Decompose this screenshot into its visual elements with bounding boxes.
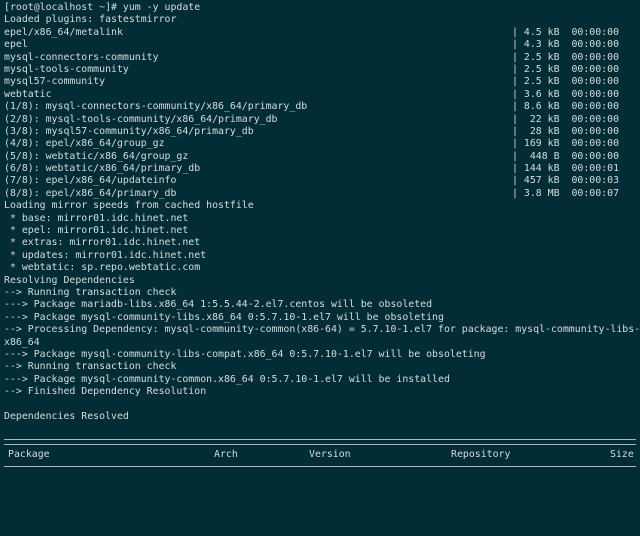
repo-name: mysql-connectors-community xyxy=(4,51,159,63)
repo-meta: | 457 kB 00:00:03 xyxy=(512,175,620,187)
dependency-line: x86_64 xyxy=(4,336,40,348)
header-package: Package xyxy=(8,448,50,460)
repo-name: (1/8): mysql-connectors-community/x86_64… xyxy=(4,101,308,113)
mirror-line: Loading mirror speeds from cached hostfi… xyxy=(4,200,254,212)
repo-name: (6/8): webtatic/x86_64/primary_db xyxy=(4,163,201,175)
repo-meta: | 144 kB 00:00:01 xyxy=(512,163,620,175)
header-size: Size xyxy=(610,448,634,460)
header-version: Version xyxy=(309,448,351,460)
repo-row: (3/8): mysql57-community/x86_64/primary_… xyxy=(0,126,640,138)
repo-name: mysql57-community xyxy=(4,76,106,88)
plugins-line: Loaded plugins: fastestmirror xyxy=(4,14,177,26)
repo-name: (2/8): mysql-tools-community/x86_64/prim… xyxy=(4,113,278,125)
mirror-line: * webtatic: sp.repo.webtatic.com xyxy=(4,262,201,274)
repo-meta: | 28 kB 00:00:00 xyxy=(512,125,620,137)
repo-meta: | 2.5 kB 00:00:00 xyxy=(512,63,620,75)
repo-meta: | 8.6 kB 00:00:00 xyxy=(512,101,620,113)
dependency-log: Resolving Dependencies --> Running trans… xyxy=(0,275,640,399)
repo-row: (5/8): webtatic/x86_64/group_gz | 448 B 0… xyxy=(0,151,640,163)
dependency-line: ---> Package mysql-community-libs.x86_64… xyxy=(4,311,444,323)
repo-row: (2/8): mysql-tools-community/x86_64/prim… xyxy=(0,114,640,126)
repo-row: epel | 4.3 kB 00:00:00 xyxy=(0,39,640,51)
repo-meta: | 2.5 kB 00:00:00 xyxy=(512,76,620,88)
repo-row: mysql-connectors-community | 2.5 kB 00:00… xyxy=(0,52,640,64)
dependency-line: ---> Package mariadb-libs.x86_64 1:5.5.4… xyxy=(4,299,433,311)
dependency-line: --> Finished Dependency Resolution xyxy=(4,386,207,398)
repo-row: (8/8): epel/x86_64/primary_db | 3.8 MB 00… xyxy=(0,188,640,200)
repo-meta: | 2.5 kB 00:00:00 xyxy=(512,51,620,63)
mirror-line: * extras: mirror01.idc.hinet.net xyxy=(4,237,201,249)
dependency-line: ---> Package mysql-community-libs-compat… xyxy=(4,348,486,360)
mirror-line: * epel: mirror01.idc.hinet.net xyxy=(4,225,189,237)
header-arch: Arch xyxy=(214,448,238,460)
repo-name: (7/8): epel/x86_64/updateinfo xyxy=(4,175,177,187)
repo-row: epel/x86_64/metalink | 4.5 kB 00:00:00 xyxy=(0,27,640,39)
table-header-divider xyxy=(4,466,636,468)
repo-row: mysql-tools-community | 2.5 kB 00:00:00 xyxy=(0,64,640,76)
repo-row: (1/8): mysql-connectors-community/x86_64… xyxy=(0,101,640,113)
repo-name: (8/8): epel/x86_64/primary_db xyxy=(4,187,177,199)
table-top-divider xyxy=(4,438,636,445)
repo-name: (4/8): epel/x86_64/group_gz xyxy=(4,138,165,150)
dependency-line: --> Running transaction check xyxy=(4,286,177,298)
repo-name: mysql-tools-community xyxy=(4,63,129,75)
table-header: Package Arch Version Repository Size xyxy=(0,449,640,461)
repo-meta: | 448 B 00:00:00 xyxy=(512,150,620,162)
dependency-line: --> Processing Dependency: mysql-communi… xyxy=(4,324,640,336)
repo-meta: | 22 kB 00:00:00 xyxy=(512,113,620,125)
dependency-line: ---> Package mysql-community-common.x86_… xyxy=(4,373,450,385)
repo-meta: | 4.5 kB 00:00:00 xyxy=(512,26,620,38)
repo-row: mysql57-community | 2.5 kB 00:00:00 xyxy=(0,76,640,88)
repo-row: (6/8): webtatic/x86_64/primary_db | 144 k… xyxy=(0,163,640,175)
repo-row: (7/8): epel/x86_64/updateinfo | 457 kB 00… xyxy=(0,175,640,187)
repo-meta: | 3.8 MB 00:00:07 xyxy=(512,187,620,199)
repo-meta: | 4.3 kB 00:00:00 xyxy=(512,39,620,51)
dependencies-resolved-line: Dependencies Resolved xyxy=(4,410,129,422)
repo-name: (5/8): webtatic/x86_64/group_gz xyxy=(4,150,189,162)
repo-name: epel xyxy=(4,39,28,51)
repo-name: (3/8): mysql57-community/x86_64/primary_… xyxy=(4,125,254,137)
mirror-line: * base: mirror01.idc.hinet.net xyxy=(4,212,189,224)
mirror-list: Loading mirror speeds from cached hostfi… xyxy=(0,200,640,274)
repo-row: (4/8): epel/x86_64/group_gz | 169 kB 00:0… xyxy=(0,138,640,150)
dependency-line: --> Running transaction check xyxy=(4,361,177,373)
repo-meta: | 169 kB 00:00:00 xyxy=(512,138,620,150)
dependency-line: Resolving Dependencies xyxy=(4,274,135,286)
mirror-line: * updates: mirror01.idc.hinet.net xyxy=(4,249,207,261)
terminal-window[interactable]: [root@localhost ~]# yum -y update Loaded… xyxy=(0,0,640,478)
repo-list: epel/x86_64/metalink | 4.5 kB 00:00:00 ep… xyxy=(0,27,640,200)
command-prompt-line: [root@localhost ~]# yum -y update xyxy=(4,2,201,13)
repo-row: webtatic | 3.6 kB 00:00:00 xyxy=(0,89,640,101)
repo-name: webtatic xyxy=(4,88,52,100)
header-repository: Repository xyxy=(451,448,511,460)
repo-name: epel/x86_64/metalink xyxy=(4,26,123,38)
repo-meta: | 3.6 kB 00:00:00 xyxy=(512,88,620,100)
